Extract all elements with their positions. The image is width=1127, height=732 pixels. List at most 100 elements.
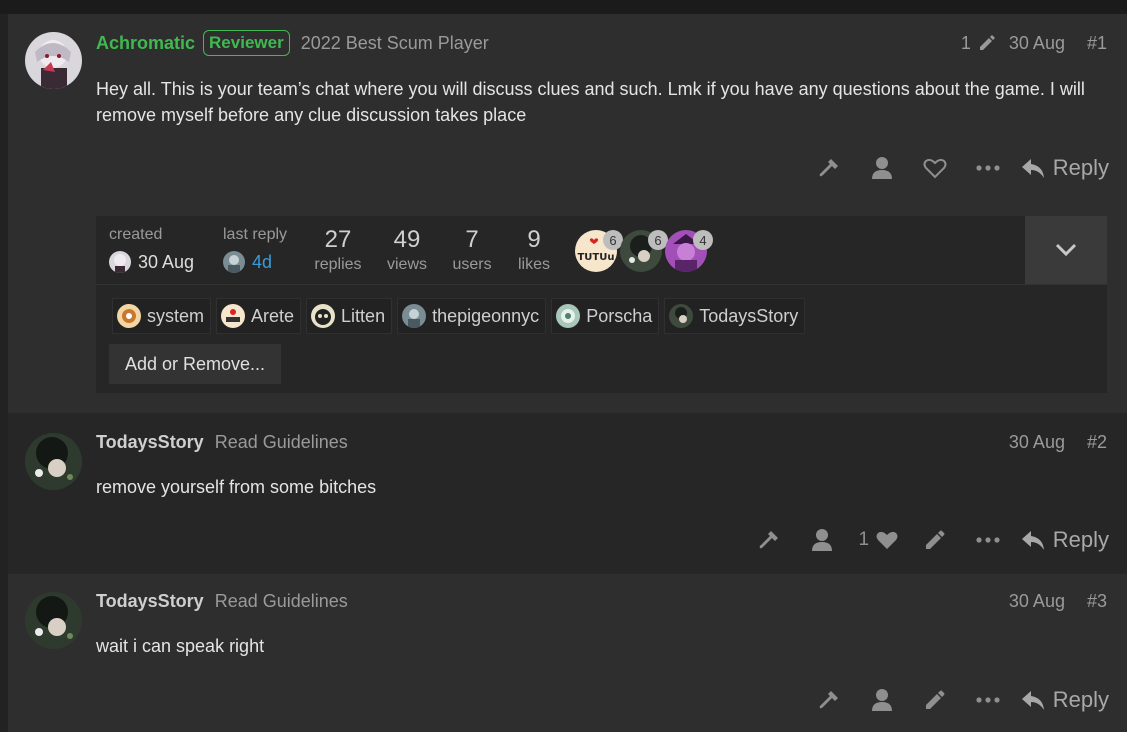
- stat-replies-value: 27: [324, 226, 352, 253]
- wrench-icon[interactable]: [803, 680, 856, 720]
- tutu-logo-text: TUTUu: [577, 252, 614, 263]
- reply-button[interactable]: Reply: [1021, 527, 1109, 553]
- post-2: TodaysStory Read Guidelines 30 Aug #2 re…: [8, 413, 1127, 574]
- reply-icon: [1021, 159, 1044, 178]
- pencil-icon[interactable]: [909, 520, 962, 560]
- pencil-icon[interactable]: [909, 680, 962, 720]
- like-count: 1: [858, 529, 870, 550]
- avatar-litten-small: [311, 304, 336, 328]
- stat-likes-value: 9: [527, 226, 541, 253]
- allowed-user-arete[interactable]: Arete: [216, 298, 302, 334]
- post-number[interactable]: #1: [1087, 33, 1107, 54]
- heart-icon[interactable]: [909, 148, 962, 188]
- post-username[interactable]: TodaysStory: [96, 432, 204, 453]
- allowed-user-thepigeonnyc[interactable]: thepigeonnyc: [397, 298, 547, 334]
- stat-replies: 27 replies: [312, 226, 364, 274]
- post-2-body: remove yourself from some bitches: [96, 477, 377, 497]
- avatar-todaysstory-small: [669, 304, 694, 328]
- add-or-remove-button[interactable]: Add or Remove...: [109, 344, 281, 384]
- allowed-user-name: TodaysStory: [699, 305, 799, 326]
- stat-users-label: users: [452, 256, 492, 273]
- like-button[interactable]: 1: [849, 520, 909, 560]
- avatar-thepigeonnyc-small: [402, 304, 427, 328]
- reply-button[interactable]: Reply: [1021, 687, 1109, 713]
- post-1-info: 1 30 Aug #1: [955, 33, 1107, 54]
- stat-views-label: views: [386, 256, 427, 273]
- allowed-user-name: Porscha: [586, 305, 653, 326]
- created-label: created: [109, 226, 163, 243]
- avatar-thepigeonnyc-small: [223, 251, 245, 273]
- allowed-user-name: Arete: [251, 305, 295, 326]
- post-date[interactable]: 30 Aug: [1009, 33, 1065, 54]
- edit-count[interactable]: 1: [961, 33, 971, 54]
- allowed-user-system[interactable]: system: [112, 298, 212, 334]
- user-title: Read Guidelines: [214, 590, 348, 611]
- ellipsis-icon[interactable]: [962, 680, 1015, 720]
- avatar-porscha-small: [556, 304, 581, 328]
- post-date[interactable]: 30 Aug: [1009, 432, 1065, 453]
- allowed-user-name: thepigeonnyc: [432, 305, 540, 326]
- last-reply-info[interactable]: 4d: [223, 251, 272, 273]
- post-1-actions: Reply: [803, 148, 1109, 188]
- post-number[interactable]: #2: [1087, 432, 1107, 453]
- post-date[interactable]: 30 Aug: [1009, 591, 1065, 612]
- user-icon[interactable]: [796, 520, 849, 560]
- allowed-user-todaysstory[interactable]: TodaysStory: [664, 298, 806, 334]
- avatar-todaysstory[interactable]: [25, 433, 82, 490]
- user-icon[interactable]: [856, 148, 909, 188]
- topic-map-divider: [96, 284, 1107, 285]
- reply-icon: [1021, 531, 1044, 550]
- heart-icon: [876, 531, 898, 549]
- created-info[interactable]: 30 Aug: [109, 251, 194, 273]
- post-username[interactable]: Achromatic: [96, 33, 195, 54]
- stat-users: 7 users: [450, 226, 494, 274]
- stat-users-value: 7: [465, 226, 479, 253]
- reply-button[interactable]: Reply: [1021, 155, 1109, 181]
- post-2-info: 30 Aug #2: [1003, 432, 1107, 453]
- user-title: Read Guidelines: [214, 431, 348, 452]
- allowed-user-litten[interactable]: Litten: [306, 298, 393, 334]
- avatar-system-small: [117, 304, 141, 328]
- post-3-body: wait i can speak right: [96, 636, 265, 656]
- avatar-todaysstory[interactable]: [25, 592, 82, 649]
- stat-views: 49 views: [384, 226, 430, 274]
- last-reply-label: last reply: [223, 226, 288, 243]
- chevron-down-icon: [1055, 243, 1077, 257]
- reply-label: Reply: [1052, 527, 1109, 552]
- post-number[interactable]: #3: [1087, 591, 1107, 612]
- post-3-meta: TodaysStory Read Guidelines 30 Aug #3: [96, 586, 1107, 616]
- ellipsis-icon[interactable]: [962, 520, 1015, 560]
- ellipsis-icon[interactable]: [962, 148, 1015, 188]
- stat-replies-label: replies: [314, 256, 362, 273]
- wrench-icon[interactable]: [803, 148, 856, 188]
- topic-map-expand-button[interactable]: [1025, 216, 1107, 284]
- post-1-body: Hey all. This is your team’s chat where …: [96, 79, 1085, 125]
- stat-likes: 9 likes: [514, 226, 554, 274]
- allowed-user-name: Litten: [341, 305, 386, 326]
- user-icon[interactable]: [856, 680, 909, 720]
- post-1-meta: Achromatic Reviewer 2022 Best Scum Playe…: [96, 28, 1107, 58]
- pencil-icon[interactable]: [977, 33, 997, 53]
- post-2-actions: 1 Reply: [743, 520, 1109, 560]
- created-date: 30 Aug: [138, 251, 195, 272]
- post-username[interactable]: TodaysStory: [96, 591, 204, 612]
- reply-icon: [1021, 691, 1044, 710]
- participant-count: 4: [693, 230, 713, 250]
- user-title: 2022 Best Scum Player: [300, 32, 489, 53]
- avatar-achromatic[interactable]: [25, 32, 82, 89]
- post-2-meta: TodaysStory Read Guidelines 30 Aug #2: [96, 427, 1107, 457]
- reply-label: Reply: [1052, 687, 1109, 712]
- avatar-achromatic-small: [109, 251, 131, 273]
- allowed-user-porscha[interactable]: Porscha: [551, 298, 660, 334]
- participant-todaysstory[interactable]: 6: [620, 230, 668, 272]
- last-reply-date: 4d: [252, 251, 273, 272]
- user-flair-badge: Reviewer: [203, 30, 290, 56]
- allowed-users-list: system Arete Litten thepigeonnyc Porscha…: [112, 298, 810, 334]
- topic-map: created 30 Aug last reply 4d 27 replies …: [96, 216, 1107, 393]
- allowed-user-name: system: [147, 305, 205, 326]
- participant-arete[interactable]: TUTUu 6: [575, 230, 623, 272]
- topic-map-summary: created 30 Aug last reply 4d 27 replies …: [96, 216, 1025, 284]
- avatar-arete-small: [221, 304, 246, 328]
- participant-purple-user[interactable]: 4: [665, 230, 713, 272]
- wrench-icon[interactable]: [743, 520, 796, 560]
